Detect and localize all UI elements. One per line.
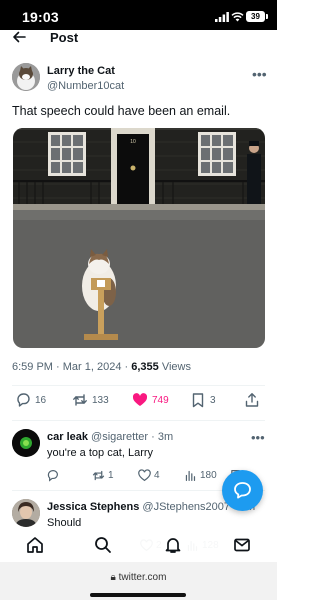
views-count: 6,355 <box>131 361 159 373</box>
like-button[interactable]: 749 <box>132 392 169 408</box>
bookmark-button[interactable]: 3 <box>190 392 216 408</box>
divider <box>12 385 265 386</box>
reply-count: 16 <box>35 394 47 406</box>
reply-repost-count: 1 <box>108 470 114 481</box>
reply-author-handle: @JStephens2007 <box>142 501 231 513</box>
repost-icon <box>92 470 105 481</box>
reply-views[interactable]: 180 <box>184 469 217 482</box>
divider <box>12 420 265 421</box>
url-text: twitter.com <box>118 572 167 583</box>
notifications-bell-icon[interactable] <box>164 536 182 554</box>
repost-count: 133 <box>92 394 109 406</box>
repost-icon <box>73 394 87 406</box>
reply-button[interactable]: 16 <box>15 392 46 408</box>
share-icon <box>245 393 259 407</box>
cellular-signal-icon <box>215 12 229 22</box>
repost-button[interactable]: 133 <box>72 392 109 408</box>
back-arrow-icon[interactable] <box>12 30 26 44</box>
tweet-photo[interactable]: 10 <box>13 128 265 348</box>
url-display[interactable]: 🔒︎ twitter.com <box>0 572 277 583</box>
reply-age: 3m <box>157 431 174 443</box>
tweet-text: That speech could have been an email. <box>12 104 231 118</box>
reply-repost-button[interactable]: 1 <box>92 469 114 482</box>
author-avatar[interactable] <box>12 63 40 91</box>
reply-more-icon[interactable]: ••• <box>251 430 265 445</box>
page-title: Post <box>50 30 79 45</box>
home-indicator <box>90 593 186 597</box>
reply-author[interactable]: Jessica Stephens @JStephens2007 · 3m <box>47 501 255 513</box>
reply-icon <box>17 393 30 407</box>
bookmark-icon <box>192 393 204 408</box>
views-icon <box>185 470 196 481</box>
reply-author-name: Jessica Stephens <box>47 501 140 513</box>
like-count: 749 <box>152 394 169 406</box>
compose-reply-button[interactable] <box>222 470 263 511</box>
lock-icon: 🔒︎ <box>110 572 116 583</box>
status-time: 19:03 <box>22 9 59 25</box>
author-name[interactable]: Larry the Cat <box>47 65 115 77</box>
reply-avatar[interactable] <box>12 499 40 527</box>
views-label: Views <box>161 361 191 373</box>
reply-avatar[interactable] <box>12 429 40 457</box>
search-icon[interactable] <box>94 536 112 554</box>
reply-icon <box>47 470 58 482</box>
status-bar: 19:03 39 <box>0 0 277 34</box>
tweet-date: Mar 1, 2024 <box>62 361 122 373</box>
reply-like-count: 4 <box>154 470 160 481</box>
messages-envelope-icon[interactable] <box>233 536 251 554</box>
door-number: 10 <box>130 139 136 145</box>
chat-bubble-icon <box>234 482 251 499</box>
tweet-metadata: 6:59 PM · Mar 1, 2024 · 6,355 Views <box>12 361 191 373</box>
heart-filled-icon <box>132 393 148 406</box>
author-handle[interactable]: @Number10cat <box>47 80 124 92</box>
reply-author-handle: @sigaretter <box>91 431 149 443</box>
tweet-actions: 16 133 749 3 <box>12 392 267 414</box>
wifi-icon <box>231 12 244 22</box>
heart-icon <box>138 469 151 482</box>
more-options-icon[interactable]: ••• <box>252 66 267 82</box>
reply-view-count: 180 <box>200 470 217 481</box>
share-button[interactable] <box>244 392 264 408</box>
tweet-time: 6:59 PM <box>12 361 53 373</box>
reply-reply-button[interactable] <box>46 469 62 482</box>
reply-author[interactable]: car leak @sigaretter · 3m <box>47 431 173 443</box>
browser-url-bar[interactable]: 🔒︎ twitter.com <box>0 562 277 600</box>
battery-icon: 39 <box>246 11 268 22</box>
bookmark-count: 3 <box>210 394 216 406</box>
reply-like-button[interactable]: 4 <box>138 469 160 482</box>
reply-author-name: car leak <box>47 431 88 443</box>
bottom-tab-bar <box>0 528 277 562</box>
reply-text: you're a top cat, Larry <box>47 447 154 459</box>
home-icon[interactable] <box>26 536 44 554</box>
post-header: Post <box>0 30 277 48</box>
